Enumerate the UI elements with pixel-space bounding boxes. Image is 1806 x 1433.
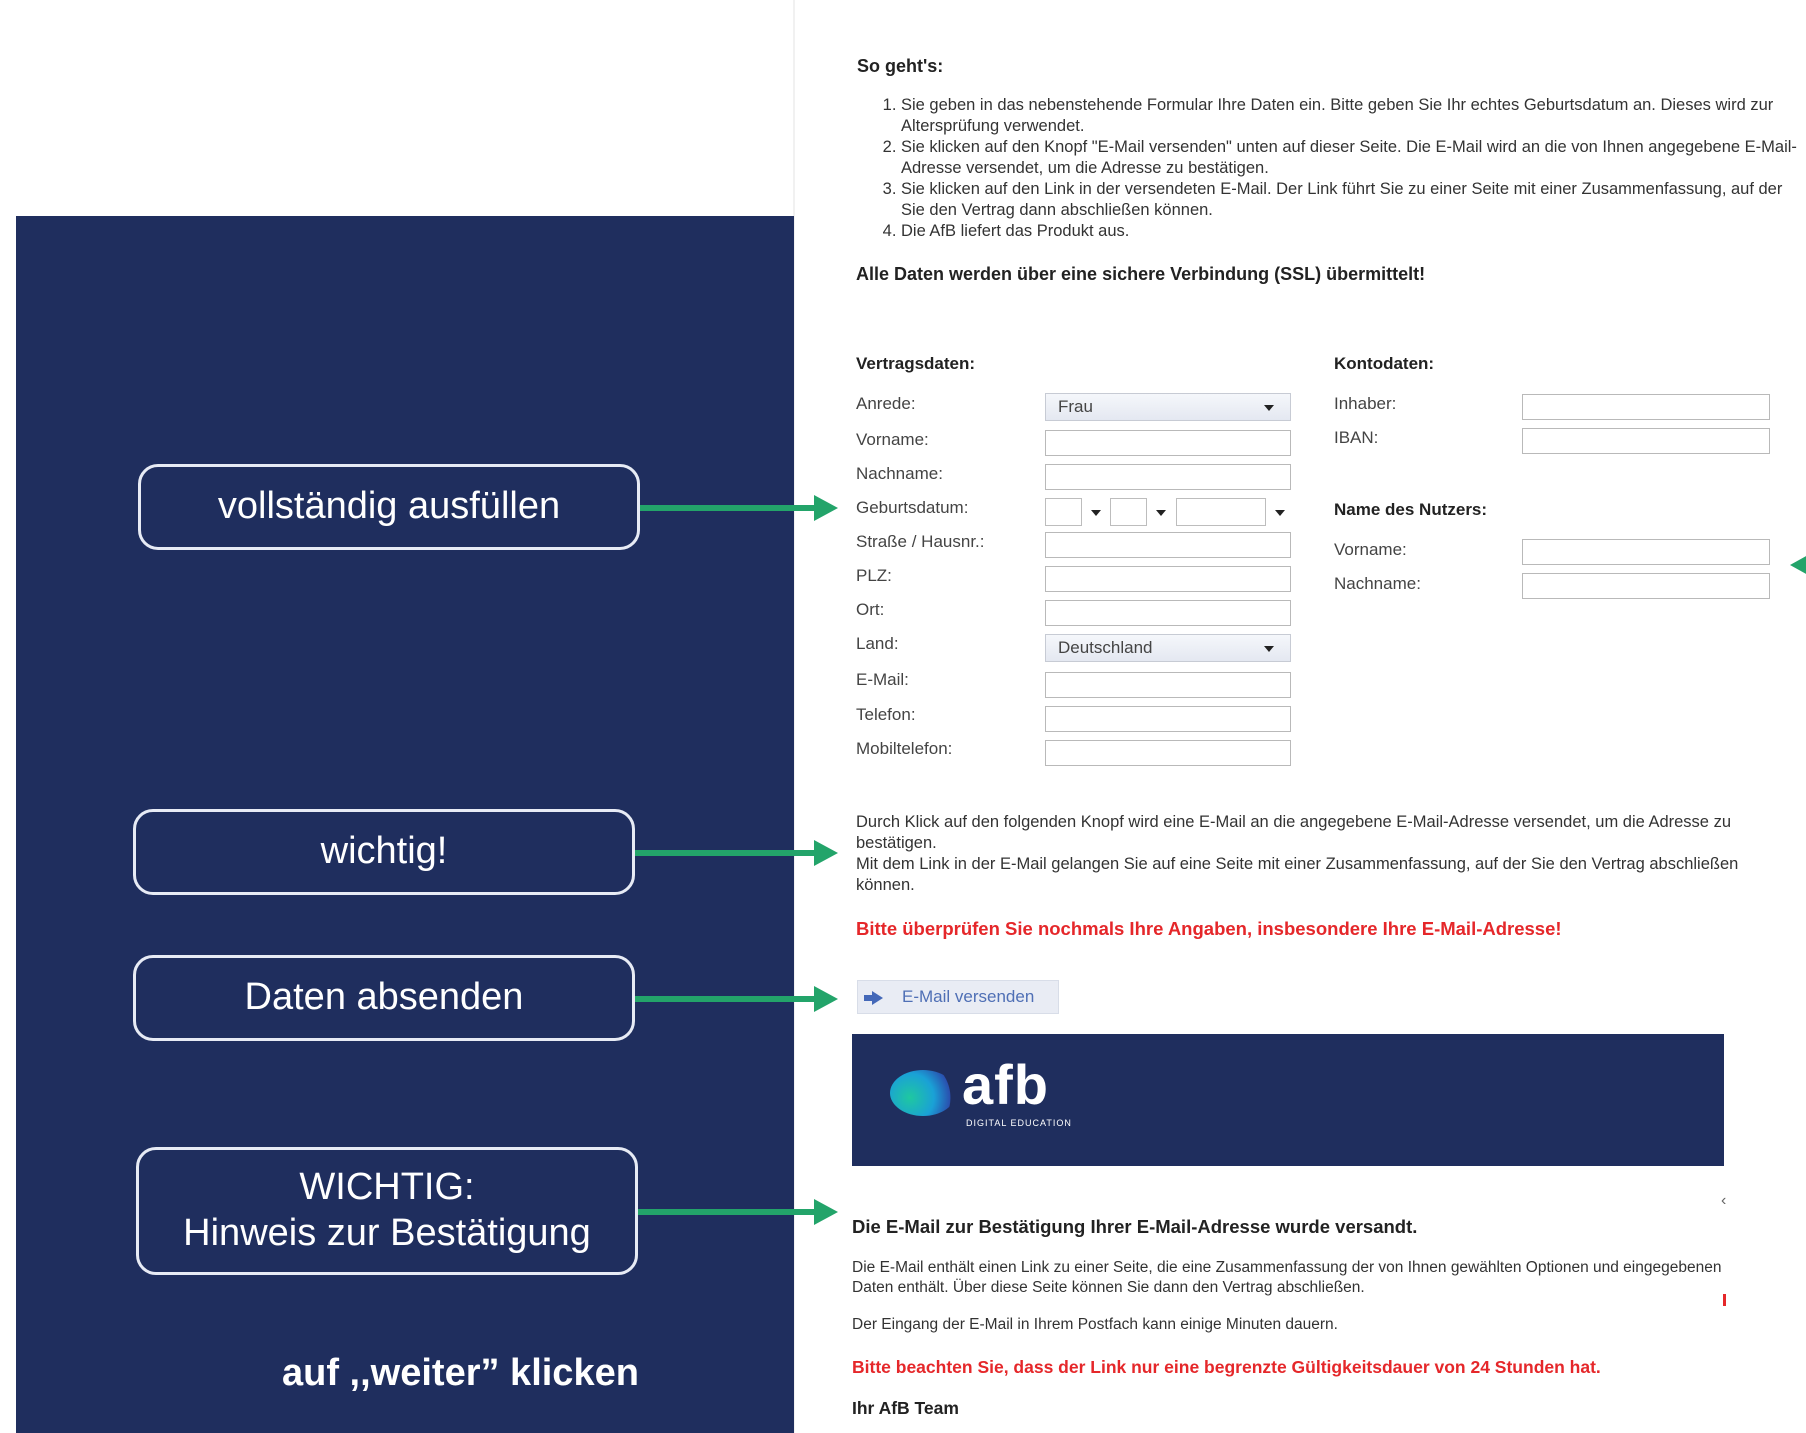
inhaber-input[interactable]	[1522, 394, 1770, 420]
afb-logo-mark	[890, 1070, 956, 1116]
mobil-label: Mobiltelefon:	[856, 739, 953, 758]
chevron-down-icon	[1156, 510, 1166, 516]
anrede-select[interactable]: Frau	[1045, 393, 1291, 421]
arrow-right-icon	[864, 991, 883, 1005]
afb-banner: afb DIGITAL EDUCATION	[852, 1034, 1724, 1166]
anrede-label: Anrede:	[856, 394, 916, 413]
strasse-input[interactable]	[1045, 532, 1291, 558]
user-nachname-input[interactable]	[1522, 573, 1770, 599]
step-item: Die AfB liefert das Produkt aus.	[901, 221, 1801, 242]
birth-day-select[interactable]	[1045, 498, 1101, 526]
iban-label: IBAN:	[1334, 428, 1379, 447]
land-select[interactable]: Deutschland	[1045, 634, 1291, 662]
chevron-down-icon	[1264, 646, 1274, 652]
info-text-2: Mit dem Link in der E-Mail gelangen Sie …	[856, 855, 1739, 894]
strasse-label: Straße / Hausnr.:	[856, 532, 985, 551]
confirmation-text-2: Der Eingang der E-Mail in Ihrem Postfach…	[852, 1316, 1338, 1333]
send-email-button[interactable]: E-Mail versenden	[857, 980, 1059, 1014]
user-nachname-label: Nachname:	[1334, 574, 1421, 593]
vorname-label: Vorname:	[856, 430, 929, 449]
validity-warning: Bitte beachten Sie, dass der Link nur ei…	[852, 1357, 1601, 1377]
chevron-down-icon	[1275, 510, 1285, 516]
user-vorname-label: Vorname:	[1334, 540, 1407, 559]
email-input[interactable]	[1045, 672, 1291, 698]
steps-list: Sie geben in das nebenstehende Formular …	[877, 95, 1801, 242]
ssl-note: Alle Daten werden über eine sichere Verb…	[856, 264, 1426, 284]
account-title: Kontodaten:	[1334, 354, 1435, 373]
step-item: Sie geben in das nebenstehende Formular …	[901, 95, 1801, 137]
nachname-label: Nachname:	[856, 464, 943, 483]
afb-logo: afb	[962, 1053, 1049, 1116]
email-label: E-Mail:	[856, 670, 909, 689]
form-page: So geht's: Sie geben in das nebenstehend…	[0, 0, 1806, 1433]
birth-month-select[interactable]	[1110, 498, 1166, 526]
iban-input[interactable]	[1522, 428, 1770, 454]
land-value: Deutschland	[1058, 638, 1153, 657]
plz-input[interactable]	[1045, 566, 1291, 592]
confirmation-title: Die E-Mail zur Bestätigung Ihrer E-Mail-…	[852, 1216, 1418, 1237]
warning-text: Bitte überprüfen Sie nochmals Ihre Angab…	[856, 918, 1562, 939]
chevron-down-icon	[1264, 405, 1274, 411]
nachname-input[interactable]	[1045, 464, 1291, 490]
contract-title: Vertragsdaten:	[856, 354, 976, 373]
land-label: Land:	[856, 634, 899, 653]
inhaber-label: Inhaber:	[1334, 394, 1397, 413]
step-item: Sie klicken auf den Link in der versende…	[901, 179, 1801, 221]
stray-mark: ‹	[1721, 1192, 1727, 1209]
mobil-input[interactable]	[1045, 740, 1291, 766]
how-title: So geht's:	[857, 56, 944, 76]
user-vorname-input[interactable]	[1522, 539, 1770, 565]
confirmation-text-1: Die E-Mail enthält einen Link zu einer S…	[852, 1259, 1722, 1296]
telefon-label: Telefon:	[856, 705, 916, 724]
afb-logo-subtext: DIGITAL EDUCATION	[966, 1118, 1072, 1128]
signoff: Ihr AfB Team	[852, 1398, 959, 1418]
red-mark	[1723, 1294, 1726, 1306]
user-title: Name des Nutzers:	[1334, 500, 1488, 519]
telefon-input[interactable]	[1045, 706, 1291, 732]
step-item: Sie klicken auf den Knopf "E-Mail versen…	[901, 137, 1801, 179]
info-text: Durch Klick auf den folgenden Knopf wird…	[856, 812, 1776, 896]
send-email-label: E-Mail versenden	[902, 987, 1035, 1006]
ort-input[interactable]	[1045, 600, 1291, 626]
info-text-1: Durch Klick auf den folgenden Knopf wird…	[856, 813, 1731, 852]
plz-label: PLZ:	[856, 566, 892, 585]
birth-year-select[interactable]	[1176, 498, 1285, 526]
chevron-down-icon	[1091, 510, 1101, 516]
vorname-input[interactable]	[1045, 430, 1291, 456]
anrede-value: Frau	[1058, 397, 1093, 416]
geburtsdatum-label: Geburtsdatum:	[856, 498, 969, 517]
ort-label: Ort:	[856, 600, 885, 619]
